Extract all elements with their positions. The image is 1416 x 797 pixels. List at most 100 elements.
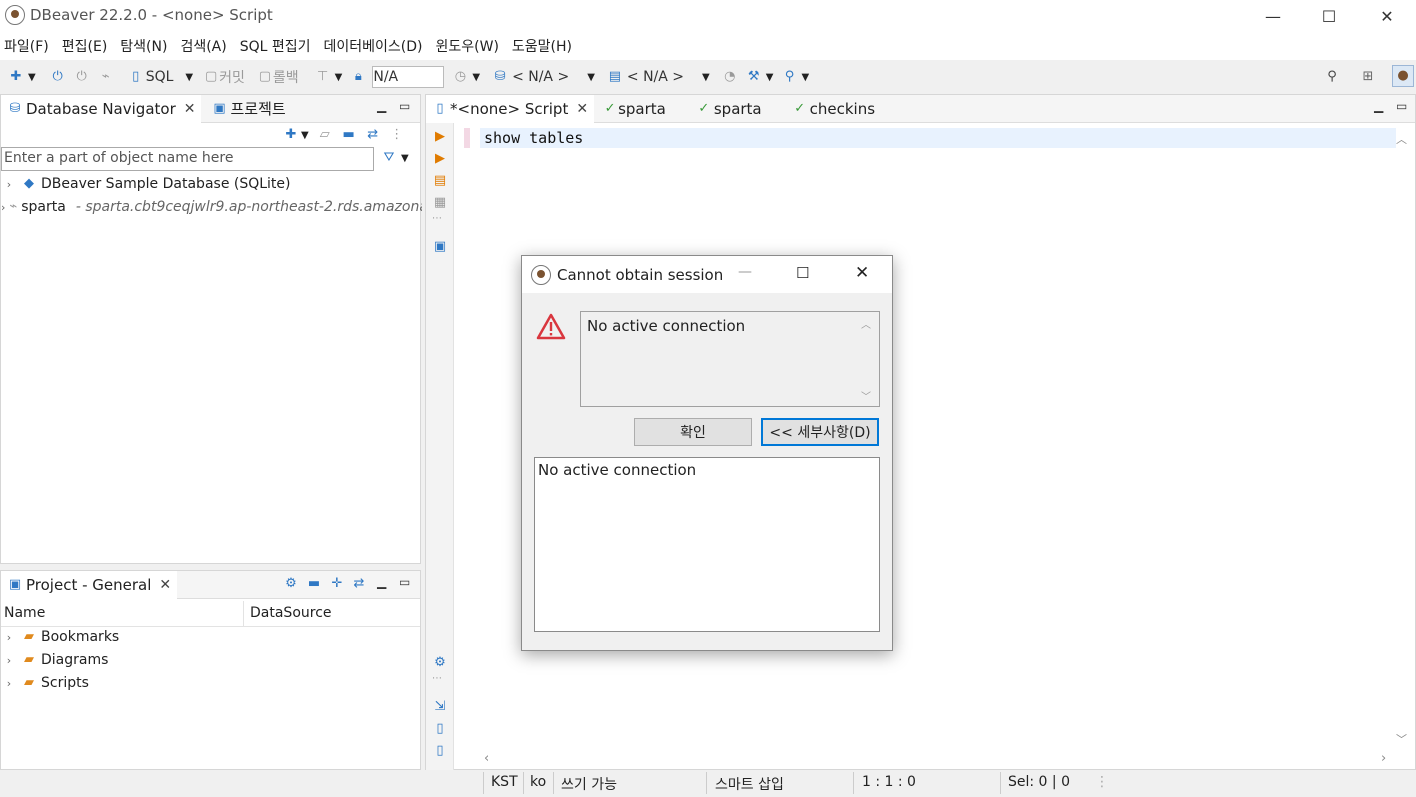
maximize-view-icon[interactable]: ▭ (1396, 99, 1407, 113)
close-tab-icon[interactable]: ✕ (184, 101, 196, 117)
sql-editor-button[interactable]: ▯ SQL ▼ (128, 69, 193, 85)
export-icon[interactable]: ⇲ (432, 699, 448, 715)
expand-chevron-icon[interactable]: › (1, 631, 17, 644)
connect-button[interactable]: ⏻ (50, 69, 66, 85)
dashboard-button[interactable]: ◔ (722, 69, 738, 85)
global-search-button[interactable]: ⚲ (1324, 68, 1340, 85)
scroll-right-icon[interactable]: › (1381, 751, 1386, 766)
execute-statement-icon[interactable]: ▶ (432, 129, 448, 145)
settings-gear-icon[interactable]: ⚙ (432, 655, 448, 671)
object-filter-input[interactable]: Enter a part of object name here (1, 147, 374, 171)
close-tab-icon[interactable]: ✕ (159, 577, 171, 593)
perspective-open-button[interactable]: ⊞ (1360, 68, 1376, 85)
minimize-view-icon[interactable]: ▁ (377, 99, 386, 113)
new-connection-button[interactable]: ✚ ▼ (8, 69, 36, 85)
menu-file[interactable]: 파일(F) (0, 36, 56, 56)
link-with-editor-icon[interactable]: ⇄ (365, 127, 381, 143)
tab-sparta-2[interactable]: ✓ sparta (690, 95, 768, 123)
expand-chevron-icon[interactable]: › (1, 654, 17, 667)
schema-selector[interactable]: ▤ < N/A > ▼ (607, 69, 710, 85)
minimize-view-icon[interactable]: ▁ (1374, 99, 1383, 113)
transaction-mode-button[interactable]: ⊤ ▼ (315, 69, 342, 85)
project-item-bookmarks[interactable]: › ▰ Bookmarks (1, 626, 119, 648)
menu-sql-editor[interactable]: SQL 편집기 (236, 36, 318, 56)
details-button[interactable]: << 세부사항(D) (761, 418, 879, 446)
menu-navigate[interactable]: 탐색(N) (116, 36, 174, 56)
view-menu-icon[interactable]: ⋮ (389, 127, 405, 143)
expand-chevron-icon[interactable]: › (1, 201, 5, 214)
expand-chevron-icon[interactable]: › (1, 178, 17, 191)
dialog-close-button[interactable]: ✕ (855, 263, 869, 283)
dropdown-arrow-icon[interactable]: ▼ (301, 130, 309, 141)
status-insert-mode[interactable]: 스마트 삽입 (715, 774, 784, 794)
scroll-up-icon[interactable]: ︿ (1396, 131, 1407, 147)
diagram-folder-icon: ▰ (24, 652, 34, 667)
disconnect-button[interactable]: ⏻ (74, 69, 90, 85)
menu-edit[interactable]: 편집(E) (58, 36, 115, 56)
transaction-counter: N/A (372, 66, 445, 88)
collapse-all-icon[interactable]: ▬ (341, 127, 357, 143)
scroll-left-icon[interactable]: ‹ (484, 751, 489, 766)
transaction-log-button[interactable]: ◷ ▼ (452, 69, 480, 85)
load-script-icon[interactable]: ▯ (432, 721, 448, 737)
tab-sparta-1[interactable]: ✓ sparta (596, 95, 672, 123)
configure-icon[interactable]: ⚙ (283, 576, 299, 592)
more-actions-icon[interactable]: ⋯ (432, 213, 442, 224)
lock-button[interactable]: 🔒︎ (350, 69, 366, 85)
execute-in-new-tab-icon[interactable]: ▶ (432, 151, 448, 167)
current-line-marker (464, 128, 470, 148)
project-item-scripts[interactable]: › ▰ Scripts (1, 672, 89, 694)
search-tool-button[interactable]: ⚲ ▼ (781, 69, 809, 85)
status-locale: ko (530, 774, 547, 790)
more-actions-icon[interactable]: ⋯ (432, 673, 442, 684)
tree-item-sample-db[interactable]: › ◆ DBeaver Sample Database (SQLite) (1, 173, 291, 195)
terminal-icon[interactable]: ▣ (432, 239, 448, 255)
new-folder-icon[interactable]: ▱ (317, 127, 333, 143)
menu-help[interactable]: 도움말(H) (508, 36, 579, 56)
navigator-toolbar: ✚ ▼ ▱ ▬ ⇄ ⋮ (283, 127, 405, 143)
rollback-button[interactable]: ▢ 롤백 (257, 67, 299, 87)
tree-item-sparta[interactable]: › ⌁ sparta - sparta.cbt9ceqjwlr9.ap-nort… (1, 196, 422, 218)
column-name[interactable]: Name (4, 605, 45, 621)
details-text-area[interactable]: No active connection (534, 457, 880, 632)
maximize-view-icon[interactable]: ▭ (399, 99, 410, 113)
tab-checkins[interactable]: ✓ checkins (786, 95, 881, 123)
datasource-selector[interactable]: ⛁ < N/A > ▼ (492, 69, 595, 85)
minimize-button[interactable]: — (1244, 0, 1302, 32)
filter-options-button[interactable]: ⛛ ▼ (381, 150, 409, 166)
close-tab-icon[interactable]: ✕ (576, 101, 588, 117)
menu-window[interactable]: 윈도우(W) (432, 36, 506, 56)
link-with-editor-icon[interactable]: ⇄ (351, 576, 367, 592)
close-button[interactable]: ✕ (1358, 0, 1416, 32)
column-datasource[interactable]: DataSource (250, 605, 332, 621)
tab-none-script[interactable]: ▯ *<none> Script ✕ (426, 94, 595, 123)
ok-button[interactable]: 확인 (634, 418, 752, 446)
sql-code-line[interactable]: show tables (484, 129, 583, 147)
tools-button[interactable]: ⚒ ▼ (746, 69, 774, 85)
dialog-maximize-button[interactable]: ☐ (796, 264, 809, 282)
collapse-icon[interactable]: ▬ (306, 576, 322, 592)
dbeaver-perspective-button[interactable]: ● (1392, 65, 1414, 87)
new-connection-icon[interactable]: ✚ (283, 127, 299, 143)
explain-plan-icon[interactable]: ▦ (432, 195, 448, 211)
tab-project[interactable]: ▣ 프로젝트 (205, 95, 291, 123)
expand-icon[interactable]: ✛ (329, 576, 345, 592)
tab-database-navigator[interactable]: ⛁ Database Navigator ✕ (1, 94, 202, 123)
invalidate-button[interactable]: ⌁ (98, 69, 114, 85)
variables-icon[interactable]: ▯ (432, 743, 448, 759)
sql-label: SQL (145, 69, 174, 85)
scroll-up-icon[interactable]: ︿ (861, 316, 871, 331)
project-item-diagrams[interactable]: › ▰ Diagrams (1, 649, 109, 671)
tab-project-general[interactable]: ▣ Project - General ✕ (1, 570, 178, 599)
menu-database[interactable]: 데이터베이스(D) (320, 36, 430, 56)
scroll-down-icon[interactable]: ﹀ (861, 388, 871, 403)
minimize-view-icon[interactable]: ▁ (377, 575, 386, 589)
commit-button[interactable]: ▢ 커밋 (203, 67, 245, 87)
maximize-button[interactable]: ☐ (1300, 0, 1358, 32)
expand-chevron-icon[interactable]: › (1, 677, 17, 690)
maximize-view-icon[interactable]: ▭ (399, 575, 410, 589)
execute-script-icon[interactable]: ▤ (432, 173, 448, 189)
menu-search[interactable]: 검색(A) (176, 36, 233, 56)
scroll-down-icon[interactable]: ﹀ (1396, 731, 1407, 747)
error-dialog: Cannot obtain session — ☐ ✕ No active co… (521, 255, 893, 651)
